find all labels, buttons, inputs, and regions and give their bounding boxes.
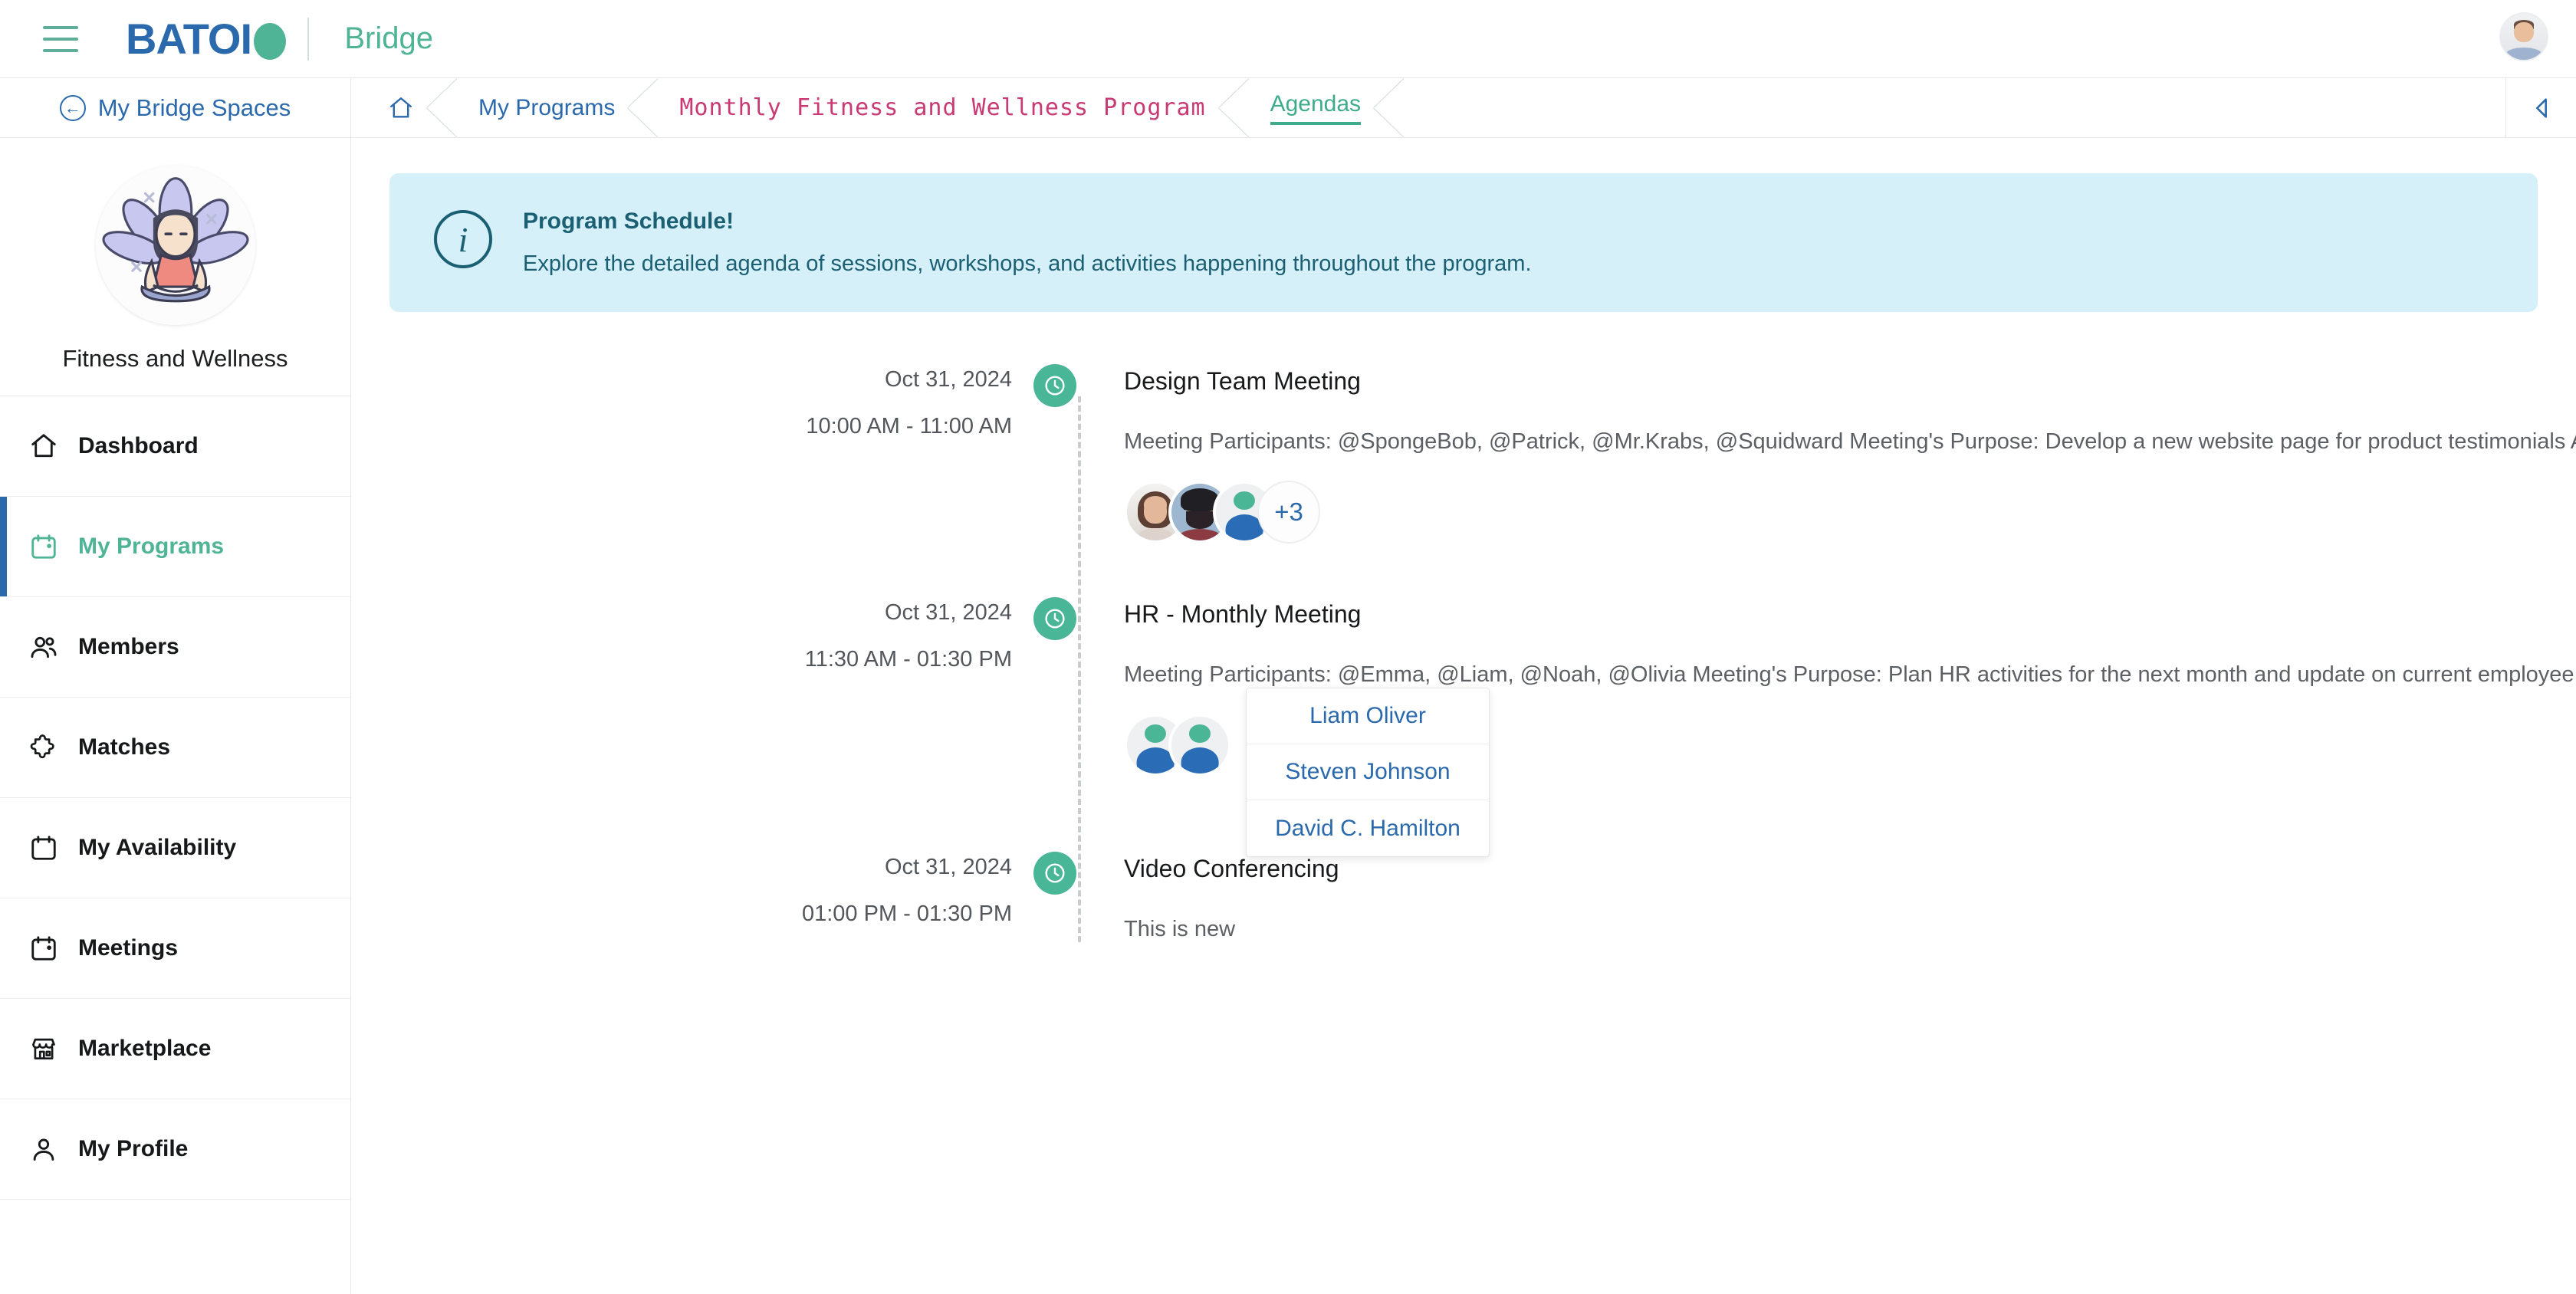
agenda-description: This is new xyxy=(1124,917,1236,941)
sidebar-item-my-programs[interactable]: My Programs xyxy=(0,497,350,597)
agenda-date: Oct 31, 2024 xyxy=(884,600,1012,625)
person-icon xyxy=(29,1135,58,1164)
sidebar-item-label: Marketplace xyxy=(78,1036,212,1061)
back-arrow-icon: ← xyxy=(59,94,86,121)
clock-icon xyxy=(1033,852,1076,895)
logo-leaf-icon xyxy=(252,18,288,60)
agenda-time: 01:00 PM - 01:30 PM xyxy=(801,902,1012,926)
hamburger-menu-icon[interactable] xyxy=(43,25,78,52)
puzzle-icon xyxy=(29,733,58,762)
top-bar: BATOI ® Bridge xyxy=(0,0,2576,78)
agenda-description-row: Meeting Participants: @SpongeBob, @Patri… xyxy=(1124,429,2576,455)
agenda-title: Design Team Meeting xyxy=(1124,367,1361,395)
sidebar-item-label: My Programs xyxy=(78,534,225,559)
users-icon xyxy=(29,632,58,662)
sidebar-item-my-profile[interactable]: My Profile xyxy=(0,1099,350,1200)
agenda-title: Video Conferencing xyxy=(1124,855,1339,882)
banner-title: Program Schedule! xyxy=(523,209,734,234)
sidebar-item-marketplace[interactable]: Marketplace xyxy=(0,999,350,1099)
calendar-icon xyxy=(29,532,58,561)
app-name: Bridge xyxy=(344,21,433,55)
sidebar-item-label: Matches xyxy=(78,734,171,760)
dropdown-item[interactable]: Steven Johnson xyxy=(1247,744,1489,800)
program-schedule-banner: i Program Schedule! Explore the detailed… xyxy=(389,173,2538,312)
sidebar-item-matches[interactable]: Matches xyxy=(0,698,350,798)
breadcrumb-agendas[interactable]: Agendas xyxy=(1234,78,1405,137)
agenda-body: Design Team Meeting Meeting Participants… xyxy=(1078,350,2576,544)
back-to-bridge-spaces[interactable]: ← My Bridge Spaces xyxy=(0,78,350,138)
agenda-time: 11:30 AM - 01:30 PM xyxy=(804,647,1012,672)
sidebar-item-dashboard[interactable]: Dashboard xyxy=(0,396,350,497)
agenda-datetime: Oct 31, 2024 10:00 AM - 11:00 AM xyxy=(389,350,1032,544)
agenda-datetime: Oct 31, 2024 01:00 PM - 01:30 PM xyxy=(389,838,1032,942)
agenda-description-row: Meeting Participants: @Emma, @Liam, @Noa… xyxy=(1124,662,2576,688)
participants-dropdown[interactable]: Liam Oliver Steven Johnson David C. Hami… xyxy=(1246,688,1490,857)
sidebar-item-label: Members xyxy=(78,634,179,659)
timeline-marker xyxy=(1032,350,1078,544)
agenda-date: Oct 31, 2024 xyxy=(884,367,1012,392)
agenda-time: 10:00 AM - 11:00 AM xyxy=(806,414,1012,438)
calendar-icon xyxy=(29,833,58,862)
breadcrumb-my-programs[interactable]: My Programs xyxy=(442,78,659,137)
back-label: My Bridge Spaces xyxy=(97,94,291,121)
content-area: i Program Schedule! Explore the detailed… xyxy=(351,138,2576,1294)
yoga-meditation-avatar xyxy=(95,166,255,325)
sidebar: ← My Bridge Spaces Fitness and Wellness … xyxy=(0,78,351,1294)
agenda-description: Meeting Participants: @Emma, @Liam, @Noa… xyxy=(1124,662,2576,687)
more-participants-badge[interactable]: +3 xyxy=(1257,481,1320,544)
agenda-title: HR - Monthly Meeting xyxy=(1124,600,1362,628)
breadcrumb: My Programs Monthly Fitness and Wellness… xyxy=(351,78,2576,138)
space-card: Fitness and Wellness xyxy=(0,138,350,396)
banner-description: Explore the detailed agenda of sessions,… xyxy=(523,251,1532,276)
sidebar-item-meetings[interactable]: Meetings xyxy=(0,898,350,999)
sidebar-item-members[interactable]: Members xyxy=(0,597,350,698)
agenda-item: Oct 31, 2024 10:00 AM - 11:00 AM Design … xyxy=(389,350,2576,544)
timeline-marker xyxy=(1032,583,1078,777)
breadcrumb-label: Monthly Fitness and Wellness Program xyxy=(679,94,1206,121)
batoi-logo[interactable]: BATOI ® xyxy=(126,14,288,64)
breadcrumb-label: My Programs xyxy=(478,94,616,120)
home-icon xyxy=(29,432,58,461)
info-icon: i xyxy=(434,210,492,268)
agenda-description: Meeting Participants: @SpongeBob, @Patri… xyxy=(1124,429,2576,454)
dropdown-item[interactable]: Liam Oliver xyxy=(1247,688,1489,744)
calendar-icon xyxy=(29,934,58,963)
sidebar-item-label: My Profile xyxy=(78,1136,189,1161)
sidebar-item-label: Dashboard xyxy=(78,433,199,458)
participant-avatars: +3 xyxy=(1124,481,2538,544)
dropdown-item[interactable]: David C. Hamilton xyxy=(1247,800,1489,856)
clock-icon xyxy=(1033,597,1076,640)
sidebar-item-label: Meetings xyxy=(78,935,179,961)
sidebar-item-label: My Availability xyxy=(78,835,237,860)
timeline-marker xyxy=(1032,838,1078,942)
breadcrumb-home[interactable] xyxy=(351,78,457,137)
divider xyxy=(307,17,310,61)
user-avatar[interactable] xyxy=(2499,12,2548,61)
agenda-date: Oct 31, 2024 xyxy=(884,855,1012,879)
collapse-left-icon[interactable] xyxy=(2505,78,2576,137)
main-area: My Programs Monthly Fitness and Wellness… xyxy=(351,78,2576,1294)
sidebar-item-my-availability[interactable]: My Availability xyxy=(0,798,350,898)
store-icon xyxy=(29,1034,58,1063)
participant-avatar[interactable] xyxy=(1168,714,1231,777)
breadcrumb-label: Agendas xyxy=(1270,91,1362,125)
clock-icon xyxy=(1033,364,1076,407)
space-name: Fitness and Wellness xyxy=(62,345,288,372)
agenda-datetime: Oct 31, 2024 11:30 AM - 01:30 PM xyxy=(389,583,1032,777)
logo-text: BATOI xyxy=(126,15,252,63)
breadcrumb-program[interactable]: Monthly Fitness and Wellness Program xyxy=(642,78,1249,137)
